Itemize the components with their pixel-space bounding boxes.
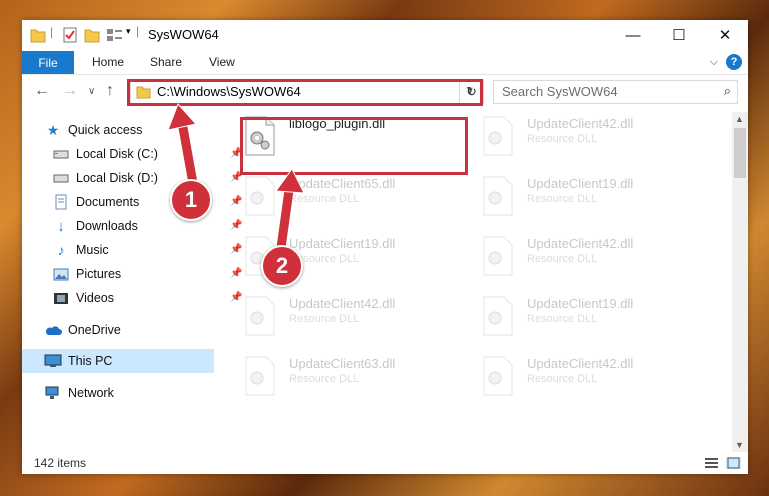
back-arrow-icon[interactable]: ←	[34, 82, 50, 100]
dll-file-icon	[483, 356, 513, 396]
dll-file-icon	[245, 356, 275, 396]
search-input[interactable]: Search SysWOW64	[502, 84, 618, 99]
file-type: Resource DLL	[527, 253, 598, 265]
file-item[interactable]: UpdateClient42.dll Resource DLL	[234, 292, 454, 342]
pictures-icon	[52, 266, 70, 282]
documents-icon	[52, 194, 70, 210]
nav-label: Quick access	[68, 123, 143, 137]
folder-icon	[30, 29, 46, 43]
ribbon-tabs: File Home Share View ⌵ ?	[22, 51, 748, 75]
nav-onedrive[interactable]: OneDrive	[44, 318, 121, 342]
file-name: UpdateClient42.dll	[527, 356, 634, 371]
tab-file[interactable]: File	[22, 51, 74, 74]
file-name: UpdateClient63.dll	[289, 356, 396, 371]
step-1-badge: 1	[170, 179, 212, 221]
file-name: UpdateClient19.dll	[527, 176, 634, 191]
scrollbar-thumb[interactable]	[734, 128, 746, 178]
file-type: Resource DLL	[289, 313, 360, 325]
file-type: Resource DLL	[527, 133, 598, 145]
search-box[interactable]: Search SysWOW64 ⌕	[493, 80, 738, 104]
nav-label: Documents	[76, 195, 140, 209]
drive-icon	[52, 170, 70, 186]
nav-label: Downloads	[76, 219, 138, 233]
vertical-scrollbar[interactable]: ▲ ▼	[732, 112, 748, 452]
expand-ribbon-icon[interactable]: ⌵	[710, 56, 718, 69]
nav-label: Network	[68, 386, 114, 400]
videos-icon	[52, 290, 70, 306]
dropdown-icon[interactable]: ▾	[126, 26, 131, 44]
details-view-icon[interactable]	[704, 457, 719, 469]
file-name: UpdateClient19.dll	[527, 296, 634, 311]
drive-icon	[52, 146, 70, 162]
search-icon: ⌕	[723, 83, 731, 98]
up-arrow-icon[interactable]: ↑	[106, 82, 114, 100]
file-item[interactable]: UpdateClient19.dll Resource DLL	[472, 292, 692, 342]
tab-view[interactable]: View	[209, 55, 235, 69]
file-item[interactable]: UpdateClient42.dll Resource DLL	[472, 112, 692, 162]
window-title: SysWOW64	[148, 27, 219, 42]
nav-network[interactable]: Network	[44, 381, 114, 405]
tab-home[interactable]: Home	[92, 55, 124, 69]
file-item[interactable]: UpdateClient19.dll Resource DLL	[472, 172, 692, 222]
step-2-badge: 2	[261, 245, 303, 287]
nav-label: Pictures	[76, 267, 122, 281]
dll-file-icon	[483, 296, 513, 336]
nav-item-pictures[interactable]: Pictures 📌	[52, 262, 242, 286]
dll-file-icon	[483, 176, 513, 216]
network-icon	[44, 385, 62, 401]
file-item[interactable]: UpdateClient63.dll Resource DLL	[234, 352, 454, 402]
title-bar: | ▾ | SysWOW64 — ☐ ✕	[22, 20, 748, 51]
recent-locations-icon[interactable]: ∨	[88, 86, 95, 97]
nav-label: Local Disk (C:)	[76, 147, 158, 161]
customize-toolbar-icon[interactable]	[106, 26, 124, 44]
nav-label: Local Disk (D:)	[76, 171, 158, 185]
properties-icon[interactable]	[62, 26, 78, 44]
file-type: Resource DLL	[289, 373, 360, 385]
file-name: UpdateClient42.dll	[527, 116, 634, 131]
close-button[interactable]: ✕	[702, 20, 748, 50]
music-icon: ♪	[57, 242, 65, 258]
dll-file-icon	[483, 116, 513, 156]
item-count: 142 items	[34, 456, 87, 470]
file-type: Resource DLL	[527, 373, 598, 385]
cloud-icon	[44, 322, 62, 338]
file-name: UpdateClient42.dll	[527, 236, 634, 251]
nav-item-videos[interactable]: Videos 📌	[52, 286, 242, 310]
nav-label: Videos	[76, 291, 114, 305]
dll-file-icon	[483, 236, 513, 276]
file-type: Resource DLL	[527, 313, 598, 325]
large-icons-view-icon[interactable]	[726, 457, 741, 469]
file-item[interactable]: UpdateClient42.dll Resource DLL	[472, 352, 692, 402]
file-type: Resource DLL	[527, 193, 598, 205]
dll-file-icon	[245, 296, 275, 336]
nav-quick-access[interactable]: ★ Quick access	[44, 118, 143, 142]
downloads-icon: ↓	[57, 217, 65, 235]
file-item[interactable]: UpdateClient42.dll Resource DLL	[472, 232, 692, 282]
file-name: UpdateClient42.dll	[289, 296, 396, 311]
new-folder-icon[interactable]	[84, 26, 100, 44]
separator: |	[136, 24, 140, 38]
maximize-button[interactable]: ☐	[656, 20, 702, 50]
minimize-button[interactable]: —	[610, 20, 656, 50]
nav-label: OneDrive	[68, 323, 121, 337]
nav-label: Music	[76, 243, 109, 257]
help-button[interactable]: ?	[726, 54, 742, 70]
nav-this-pc[interactable]: This PC	[22, 349, 214, 373]
star-icon: ★	[46, 121, 60, 138]
forward-arrow-icon[interactable]: →	[62, 82, 78, 100]
tab-share[interactable]: Share	[150, 55, 182, 69]
computer-icon	[44, 353, 62, 369]
scroll-down-icon[interactable]: ▼	[735, 440, 744, 450]
nav-label: This PC	[68, 354, 113, 368]
nav-item-music[interactable]: ♪ Music 📌	[52, 238, 243, 262]
scroll-up-icon[interactable]: ▲	[735, 114, 744, 124]
separator: |	[50, 25, 54, 39]
